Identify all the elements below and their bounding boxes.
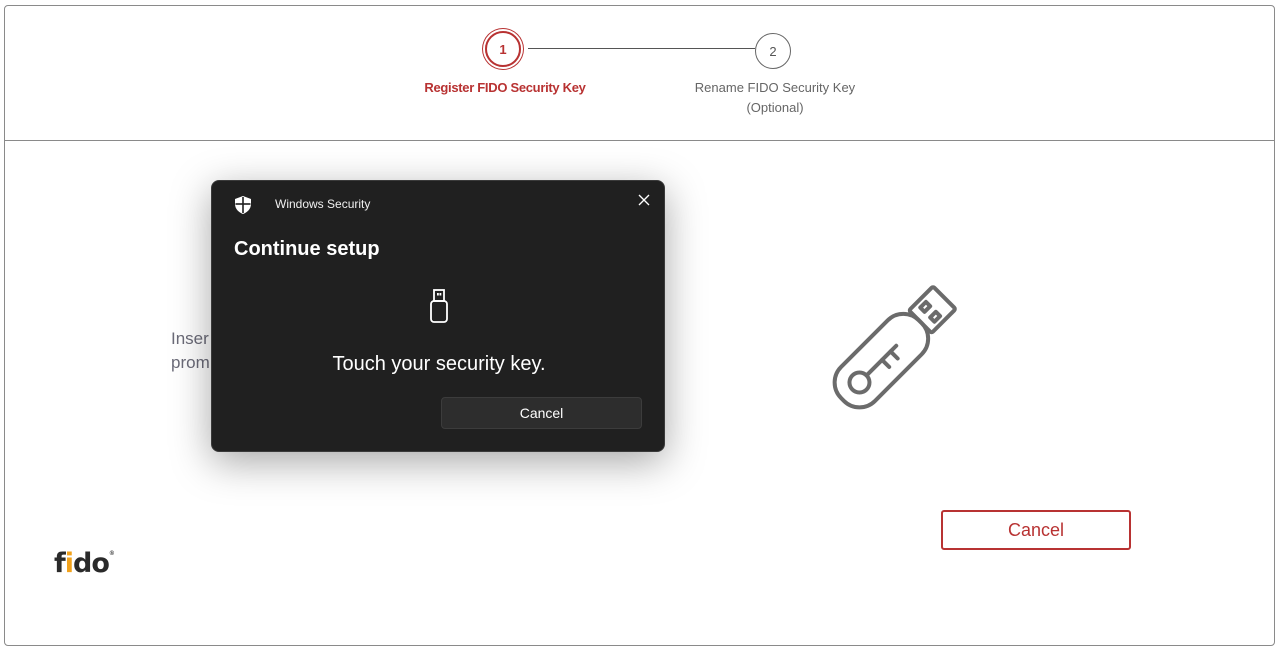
- cancel-button[interactable]: Cancel: [941, 510, 1131, 550]
- header-divider: [4, 140, 1275, 141]
- step-2-label: Rename FIDO Security Key (Optional): [680, 78, 870, 118]
- fido-logo-f: f: [54, 548, 66, 579]
- step-1-circle: 1: [485, 31, 521, 67]
- usb-key-icon: [429, 289, 449, 325]
- fido-logo-do: do: [73, 548, 110, 579]
- step-2-sublabel: (Optional): [746, 100, 804, 115]
- dialog-heading: Continue setup: [234, 238, 380, 260]
- step-2-title: Rename FIDO Security Key: [694, 80, 856, 95]
- step-1-label: Register FIDO Security Key: [424, 80, 586, 95]
- dialog-app-title: Windows Security: [275, 197, 371, 211]
- windows-security-dialog: Windows Security Continue setup Touch yo…: [211, 180, 665, 452]
- step-2-circle: 2: [755, 33, 791, 69]
- fido-logo-trademark: ®: [108, 550, 115, 557]
- step-2-number: 2: [769, 43, 777, 59]
- close-icon[interactable]: [630, 186, 658, 214]
- step-1-number: 1: [499, 41, 507, 57]
- usb-security-key-illustration: [820, 280, 965, 420]
- shield-icon: [235, 196, 251, 214]
- dialog-message: Touch your security key.: [332, 353, 546, 375]
- stepper-connector: [528, 48, 755, 49]
- fido-logo: fido®: [54, 548, 115, 579]
- dialog-cancel-button[interactable]: Cancel: [441, 397, 642, 429]
- fido-logo-i: i: [64, 548, 74, 579]
